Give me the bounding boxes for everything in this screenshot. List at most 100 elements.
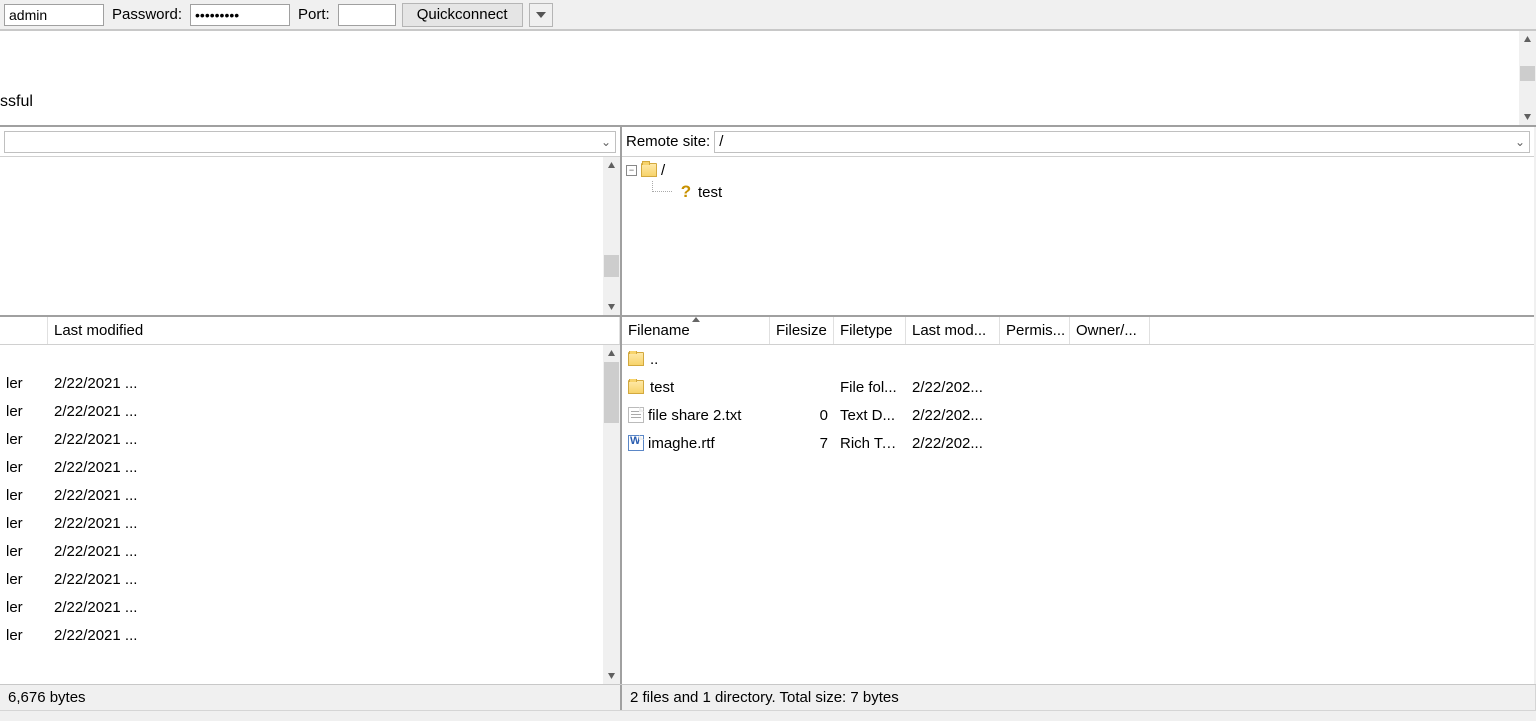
local-site-combo[interactable]: ⌄	[4, 131, 616, 153]
cell-filetype: Rich Te...	[834, 435, 906, 452]
cell-filetype: ler	[0, 571, 48, 588]
cell-filetype: Text D...	[834, 407, 906, 424]
scroll-up-icon[interactable]	[1519, 31, 1536, 48]
list-item[interactable]: ..	[622, 345, 1534, 373]
cell-last-modified: 2/22/202...	[906, 435, 1000, 452]
scroll-down-icon[interactable]	[603, 298, 620, 315]
tree-node-label: /	[661, 162, 665, 179]
chevron-down-icon[interactable]: ⌄	[597, 135, 615, 149]
tree-node-root[interactable]: − /	[626, 159, 1530, 181]
column-last-modified[interactable]: Last mod...	[906, 317, 1000, 344]
sort-ascending-icon	[692, 317, 700, 322]
cell-filename: test	[622, 379, 770, 396]
filename-label: file share 2.txt	[648, 407, 741, 424]
column-filetype-partial[interactable]	[0, 317, 48, 344]
cell-last-modified: 2/22/2021 ...	[48, 627, 620, 644]
list-item[interactable]: ler2/22/2021 ...	[0, 481, 620, 509]
column-filetype[interactable]: Filetype	[834, 317, 906, 344]
remote-tree[interactable]: − / ? test	[622, 157, 1534, 317]
port-label: Port:	[296, 6, 332, 23]
rtf-file-icon	[628, 435, 644, 451]
list-item[interactable]: ler2/22/2021 ...	[0, 369, 620, 397]
tree-node-label: test	[698, 184, 722, 201]
log-line: ssful	[0, 93, 33, 111]
column-filesize[interactable]: Filesize	[770, 317, 834, 344]
list-item[interactable]: ler2/22/2021 ...	[0, 593, 620, 621]
scroll-down-icon[interactable]	[603, 667, 620, 684]
quickconnect-history-dropdown[interactable]	[529, 3, 553, 27]
folder-icon	[628, 352, 644, 366]
cell-last-modified: 2/22/202...	[906, 407, 1000, 424]
cell-last-modified: 2/22/2021 ...	[48, 543, 620, 560]
cell-filesize: 7	[770, 435, 834, 452]
cell-last-modified: 2/22/202...	[906, 379, 1000, 396]
remote-status: 2 files and 1 directory. Total size: 7 b…	[622, 685, 1536, 710]
local-tree-scrollbar[interactable]	[603, 157, 620, 315]
list-item[interactable]: file share 2.txt 0Text D...2/22/202...	[622, 401, 1534, 429]
cell-last-modified: 2/22/2021 ...	[48, 487, 620, 504]
filename-label: ..	[650, 351, 658, 368]
cell-filetype: File fol...	[834, 379, 906, 396]
column-owner[interactable]: Owner/...	[1070, 317, 1150, 344]
unknown-folder-icon: ?	[678, 184, 694, 200]
transfer-queue-strip	[0, 710, 1536, 721]
cell-filesize: 0	[770, 407, 834, 424]
list-item[interactable]: imaghe.rtf 7Rich Te...2/22/202...	[622, 429, 1534, 457]
remote-site-combo[interactable]: ⌄	[714, 131, 1530, 153]
scroll-up-icon[interactable]	[603, 345, 620, 362]
cell-filetype: ler	[0, 375, 48, 392]
remote-file-list[interactable]: Filename Filesize Filetype Last mod... P…	[622, 317, 1534, 684]
local-file-list[interactable]: Last modified ler2/22/2021 ...ler2/22/20…	[0, 317, 620, 684]
cell-last-modified: 2/22/2021 ...	[48, 515, 620, 532]
cell-filename: ..	[622, 351, 770, 368]
remote-site-input[interactable]	[715, 132, 1511, 152]
log-scrollbar[interactable]	[1519, 31, 1536, 125]
list-item[interactable]: ler2/22/2021 ...	[0, 565, 620, 593]
local-site-input[interactable]	[5, 132, 597, 152]
filename-label: imaghe.rtf	[648, 435, 715, 452]
cell-last-modified: 2/22/2021 ...	[48, 599, 620, 616]
column-filename-label: Filename	[628, 322, 690, 339]
cell-filetype: ler	[0, 627, 48, 644]
status-bar: 6,676 bytes 2 files and 1 directory. Tot…	[0, 684, 1536, 710]
scroll-up-icon[interactable]	[603, 157, 620, 174]
local-list-header: Last modified	[0, 317, 620, 345]
list-item[interactable]: test File fol...2/22/202...	[622, 373, 1534, 401]
list-item[interactable]: ler2/22/2021 ...	[0, 509, 620, 537]
chevron-down-icon[interactable]: ⌄	[1511, 135, 1529, 149]
cell-filetype: ler	[0, 487, 48, 504]
list-item[interactable]: ler2/22/2021 ...	[0, 537, 620, 565]
tree-node-test[interactable]: ? test	[652, 181, 1530, 203]
username-input[interactable]	[4, 4, 104, 26]
tree-collapse-icon[interactable]: −	[626, 165, 637, 176]
list-item[interactable]: ler2/22/2021 ...	[0, 425, 620, 453]
main-split: ⌄ Last modified ler2/22/2021 ...ler2/22/…	[0, 127, 1536, 684]
scroll-down-icon[interactable]	[1519, 108, 1536, 125]
cell-last-modified: 2/22/2021 ...	[48, 571, 620, 588]
cell-filetype: ler	[0, 543, 48, 560]
local-list-scrollbar[interactable]	[603, 345, 620, 684]
password-label: Password:	[110, 6, 184, 23]
chevron-down-icon	[536, 12, 546, 18]
local-panel: ⌄ Last modified ler2/22/2021 ...ler2/22/…	[0, 127, 622, 684]
quickconnect-button[interactable]: Quickconnect	[402, 3, 523, 27]
cell-last-modified: 2/22/2021 ...	[48, 403, 620, 420]
column-last-modified[interactable]: Last modified	[48, 317, 620, 344]
cell-filename: file share 2.txt	[622, 407, 770, 424]
log-pane: ssful	[0, 30, 1536, 127]
list-item[interactable]: ler2/22/2021 ...	[0, 397, 620, 425]
password-input[interactable]	[190, 4, 290, 26]
port-input[interactable]	[338, 4, 396, 26]
folder-icon	[628, 380, 644, 394]
local-tree[interactable]	[0, 157, 620, 317]
column-filename[interactable]: Filename	[622, 317, 770, 344]
local-status: 6,676 bytes	[0, 685, 622, 710]
list-item[interactable]: ler2/22/2021 ...	[0, 453, 620, 481]
remote-list-header: Filename Filesize Filetype Last mod... P…	[622, 317, 1534, 345]
text-file-icon	[628, 407, 644, 423]
cell-filetype: ler	[0, 459, 48, 476]
column-permissions[interactable]: Permis...	[1000, 317, 1070, 344]
list-item[interactable]: ler2/22/2021 ...	[0, 621, 620, 649]
cell-last-modified: 2/22/2021 ...	[48, 431, 620, 448]
cell-last-modified: 2/22/2021 ...	[48, 375, 620, 392]
